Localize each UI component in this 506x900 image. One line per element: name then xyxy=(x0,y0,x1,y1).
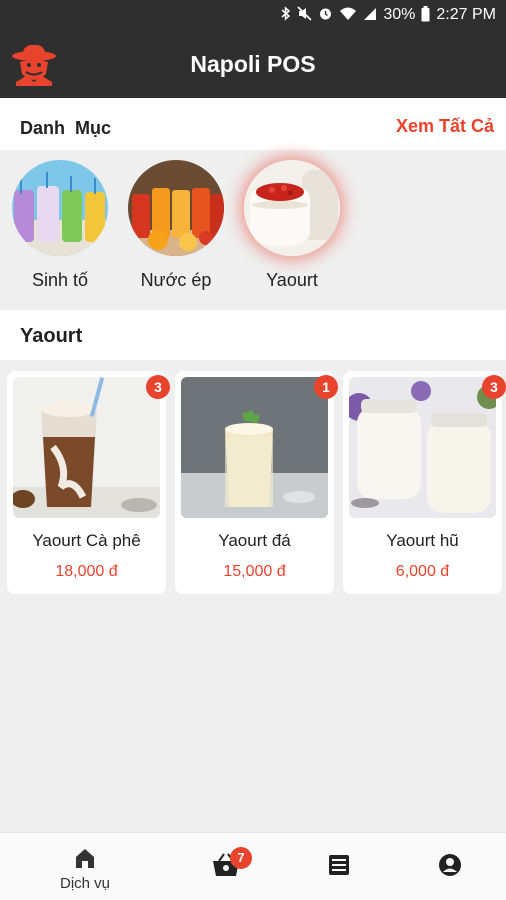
battery-icon xyxy=(421,5,430,25)
category-strip: Sinh tố Nước ép Yaourt xyxy=(0,150,506,310)
mute-icon xyxy=(297,6,312,24)
nav-account[interactable] xyxy=(420,833,480,900)
bottom-navigation: Dịch vụ 7 xyxy=(0,832,506,900)
product-image xyxy=(181,377,328,518)
product-image xyxy=(13,377,160,518)
product-image xyxy=(349,377,496,518)
nav-home[interactable]: Dịch vụ xyxy=(44,833,126,900)
product-name: Yaourt hũ xyxy=(386,531,459,550)
wifi-icon xyxy=(339,6,357,24)
product-card-yaourt-hu[interactable]: 3 Yaourt hũ 6,000 đ xyxy=(343,371,506,594)
quantity-badge: 1 xyxy=(314,375,338,399)
category-item-sinh-to[interactable]: Sinh tố xyxy=(10,160,110,291)
category-label: Yaourt xyxy=(266,270,318,290)
product-name: Yaourt Cà phê xyxy=(32,531,141,550)
smoothie-thumbnail xyxy=(12,160,108,256)
home-icon xyxy=(74,847,96,874)
product-price: 15,000 đ xyxy=(223,563,286,580)
product-card-yaourt-ca-phe[interactable]: 3 Yaourt Cà phê 18,000 đ xyxy=(7,371,170,594)
product-price: 18,000 đ xyxy=(55,563,118,580)
category-item-yaourt[interactable]: Yaourt xyxy=(242,160,342,291)
category-item-nuoc-ep[interactable]: Nước ép xyxy=(126,160,226,291)
signal-icon xyxy=(363,6,377,24)
nav-home-label: Dịch vụ xyxy=(59,875,111,892)
category-heading: Danh Mục xyxy=(20,118,112,138)
cart-count-badge: 7 xyxy=(230,847,252,869)
clock: 2:27 PM xyxy=(436,6,496,23)
category-label: Sinh tố xyxy=(31,270,89,290)
list-icon xyxy=(328,854,350,881)
status-icons: 30% 2:27 PM xyxy=(281,0,496,30)
juice-thumbnail xyxy=(128,160,224,256)
quantity-badge: 3 xyxy=(482,375,506,399)
product-name: Yaourt đá xyxy=(218,531,291,550)
app-title: Napoli POS xyxy=(190,51,316,77)
app-bar: Napoli POS xyxy=(0,30,506,98)
alarm-icon xyxy=(318,6,333,24)
nav-orders[interactable] xyxy=(310,833,370,900)
status-bar: 30% 2:27 PM xyxy=(0,0,506,30)
section-title: Yaourt xyxy=(20,325,83,347)
account-icon xyxy=(438,853,462,882)
battery-percent: 30% xyxy=(383,6,416,23)
category-header: Danh Mục Xem Tất Cả xyxy=(0,98,506,150)
product-card-yaourt-da[interactable]: 1 Yaourt đá 15,000 đ xyxy=(175,371,338,594)
yogurt-thumbnail xyxy=(244,160,340,256)
nav-cart[interactable]: 7 xyxy=(196,833,256,900)
quantity-badge: 3 xyxy=(146,375,170,399)
category-label: Nước ép xyxy=(140,270,212,290)
bluetooth-icon xyxy=(281,6,291,24)
section-header: Yaourt xyxy=(0,310,506,360)
product-price: 6,000 đ xyxy=(395,563,450,580)
see-all-link[interactable]: Xem Tất Cả xyxy=(396,116,494,137)
